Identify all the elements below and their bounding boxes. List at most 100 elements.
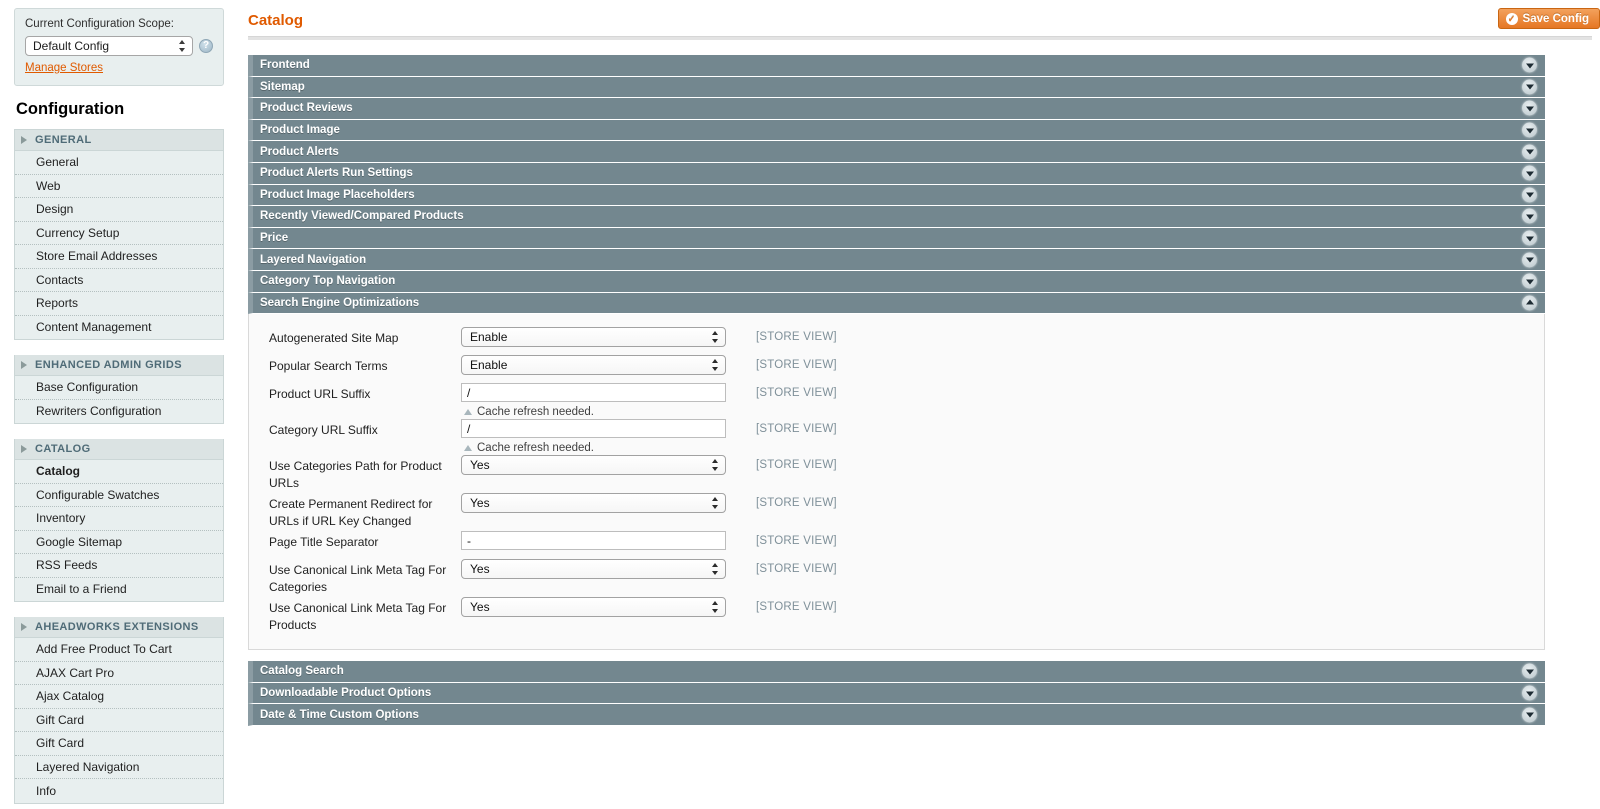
chevron-down-icon[interactable] <box>1522 79 1537 95</box>
sidebar-item-layered-navigation[interactable]: Layered Navigation <box>15 756 223 779</box>
sidebar-item-base-configuration[interactable]: Base Configuration <box>15 376 223 400</box>
field-label: Create Permanent Redirect for URLs if UR… <box>269 497 433 529</box>
select-use-canonical-link-meta-tag-for-products[interactable]: Yes <box>461 597 726 618</box>
chevron-down-icon[interactable] <box>1522 707 1537 723</box>
sidebar-item-content-management[interactable]: Content Management <box>15 316 223 340</box>
help-icon[interactable]: ? <box>199 39 213 53</box>
chevron-down-icon[interactable] <box>1522 252 1537 268</box>
sidebar-group-enhanced-admin-grids: ENHANCED ADMIN GRIDS Base Configuration Re… <box>14 355 224 424</box>
chevron-down-icon[interactable] <box>1522 663 1537 679</box>
sidebar-item-info[interactable]: Info <box>15 779 223 803</box>
input-page-title-separator[interactable] <box>461 531 726 551</box>
sidebar-item-catalog[interactable]: Catalog <box>15 460 223 484</box>
chevron-down-icon[interactable] <box>1522 208 1537 224</box>
collapsed-sections-top: Frontend Sitemap Product Reviews Product Im… <box>248 55 1545 293</box>
sidebar-item-currency-setup[interactable]: Currency Setup <box>15 222 223 245</box>
field-row-product-url-suffix: Product URL Suffix Cache refresh needed. [… <box>249 383 1544 418</box>
sidebar-item-rss-feeds[interactable]: RSS Feeds <box>15 554 223 578</box>
section-header-frontend[interactable]: Frontend <box>248 55 1545 77</box>
section-header-catalog-search[interactable]: Catalog Search <box>248 661 1545 683</box>
chevron-down-icon[interactable] <box>1522 57 1537 73</box>
select-use-categories-path-for-product-urls[interactable]: Yes <box>461 455 726 476</box>
chevron-down-icon[interactable] <box>1522 100 1537 116</box>
sidebar-item-design[interactable]: Design <box>15 198 223 222</box>
select-value: Yes <box>470 600 490 615</box>
field-control <box>461 531 728 551</box>
chevron-down-icon[interactable] <box>1522 187 1537 203</box>
select-autogenerated-site-map[interactable]: Enable <box>461 327 726 348</box>
sidebar-item-label: Gift Card <box>36 712 85 727</box>
chevron-up-icon[interactable] <box>1522 295 1537 311</box>
chevron-down-icon[interactable] <box>1522 165 1537 181</box>
warning-triangle-icon <box>464 445 472 452</box>
sidebar-item-general[interactable]: General <box>15 151 223 175</box>
sidebar-item-store-email-addresses[interactable]: Store Email Addresses <box>15 245 223 269</box>
field-control: Yes <box>461 455 728 476</box>
sidebar-item-label: Currency Setup <box>36 225 120 240</box>
sidebar-group-header-enhanced-admin-grids[interactable]: ENHANCED ADMIN GRIDS <box>15 355 223 376</box>
scope-select[interactable]: Default Config <box>25 36 193 56</box>
chevron-down-icon[interactable] <box>1522 144 1537 160</box>
section-header-category-top-navigation[interactable]: Category Top Navigation <box>248 270 1545 293</box>
sidebar-item-configurable-swatches[interactable]: Configurable Swatches <box>15 484 223 507</box>
sidebar-item-ajax-cart-pro[interactable]: AJAX Cart Pro <box>15 662 223 685</box>
select-create-permanent-redirect-for-urls-if-url-key-changed[interactable]: Yes <box>461 493 726 514</box>
sidebar-item-gift-card[interactable]: Gift Card <box>15 709 223 732</box>
chevron-down-icon[interactable] <box>1522 122 1537 138</box>
section-header-downloadable-product-options[interactable]: Downloadable Product Options <box>248 682 1545 705</box>
input-product-url-suffix[interactable] <box>461 383 726 403</box>
manage-stores-link[interactable]: Manage Stores <box>25 62 103 74</box>
section-header-layered-navigation[interactable]: Layered Navigation <box>248 249 1545 271</box>
section-header-product-image[interactable]: Product Image <box>248 119 1545 142</box>
section-header-product-alerts-run-settings[interactable]: Product Alerts Run Settings <box>248 162 1545 185</box>
section-header-price[interactable]: Price <box>248 227 1545 250</box>
sidebar-item-add-free-product-to-cart[interactable]: Add Free Product To Cart <box>15 638 223 662</box>
select-use-canonical-link-meta-tag-for-categories[interactable]: Yes <box>461 559 726 580</box>
sidebar-item-email-to-a-friend[interactable]: Email to a Friend <box>15 578 223 602</box>
section-header-sitemap[interactable]: Sitemap <box>248 76 1545 99</box>
sidebar-group-header-aheadworks-extensions[interactable]: AHEADWORKS EXTENSIONS <box>15 617 223 638</box>
section-title: Layered Navigation <box>260 253 367 266</box>
section-header-search-engine-optimizations[interactable]: Search Engine Optimizations <box>248 292 1545 315</box>
field-list: Autogenerated Site Map Enable [STORE VIEW]… <box>249 327 1544 634</box>
section-header-recently-viewed-compared-products[interactable]: Recently Viewed/Compared Products <box>248 206 1545 228</box>
triangle-right-icon <box>21 623 27 631</box>
sidebar-item-label: Contacts <box>36 272 84 287</box>
select-popular-search-terms[interactable]: Enable <box>461 355 726 376</box>
section-title: Product Image Placeholders <box>260 188 415 201</box>
section-header-product-image-placeholders[interactable]: Product Image Placeholders <box>248 184 1545 207</box>
field-note-text: Cache refresh needed. <box>477 442 594 455</box>
sidebar-group-header-general[interactable]: GENERAL <box>15 130 223 151</box>
sidebar-item-web[interactable]: Web <box>15 175 223 198</box>
field-control: Enable <box>461 355 728 376</box>
sidebar-item-google-sitemap[interactable]: Google Sitemap <box>15 531 223 554</box>
field-control: Cache refresh needed. <box>461 419 728 454</box>
section-title: Sitemap <box>260 80 305 93</box>
scope-select-value: Default Config <box>33 39 110 53</box>
sidebar-item-rewriters-configuration[interactable]: Rewriters Configuration <box>15 400 223 424</box>
save-config-button[interactable]: ✓ Save Config <box>1497 8 1600 29</box>
field-control: Yes <box>461 597 728 618</box>
sidebar-group-header-catalog[interactable]: CATALOG <box>15 439 223 460</box>
check-circle-icon: ✓ <box>1505 12 1518 25</box>
chevron-down-icon[interactable] <box>1522 273 1537 289</box>
configuration-scope-box: Current Configuration Scope: Default Con… <box>14 8 224 86</box>
updown-arrows-icon <box>712 562 719 576</box>
sidebar-item-ajax-catalog[interactable]: Ajax Catalog <box>15 685 223 709</box>
config-sections: Frontend Sitemap Product Reviews Product Im… <box>248 55 1545 726</box>
sidebar-item-contacts[interactable]: Contacts <box>15 269 223 292</box>
sidebar-item-gift-card[interactable]: Gift Card <box>15 732 223 756</box>
section-header-product-reviews[interactable]: Product Reviews <box>248 98 1545 120</box>
section-header-date-time-custom-options[interactable]: Date & Time Custom Options <box>248 704 1545 726</box>
select-value: Enable <box>470 358 508 373</box>
sidebar-group-label: AHEADWORKS EXTENSIONS <box>35 621 199 633</box>
input-category-url-suffix[interactable] <box>461 419 726 439</box>
sidebar-item-inventory[interactable]: Inventory <box>15 507 223 531</box>
chevron-down-icon[interactable] <box>1522 230 1537 246</box>
section-header-product-alerts[interactable]: Product Alerts <box>248 141 1545 163</box>
chevron-down-icon[interactable] <box>1522 685 1537 701</box>
sidebar-item-label: RSS Feeds <box>36 558 98 573</box>
sidebar-item-label: Ajax Catalog <box>36 689 105 704</box>
main-content: Catalog ✓ Save Config Frontend Sitemap Pro… <box>248 0 1600 809</box>
sidebar-item-reports[interactable]: Reports <box>15 292 223 316</box>
